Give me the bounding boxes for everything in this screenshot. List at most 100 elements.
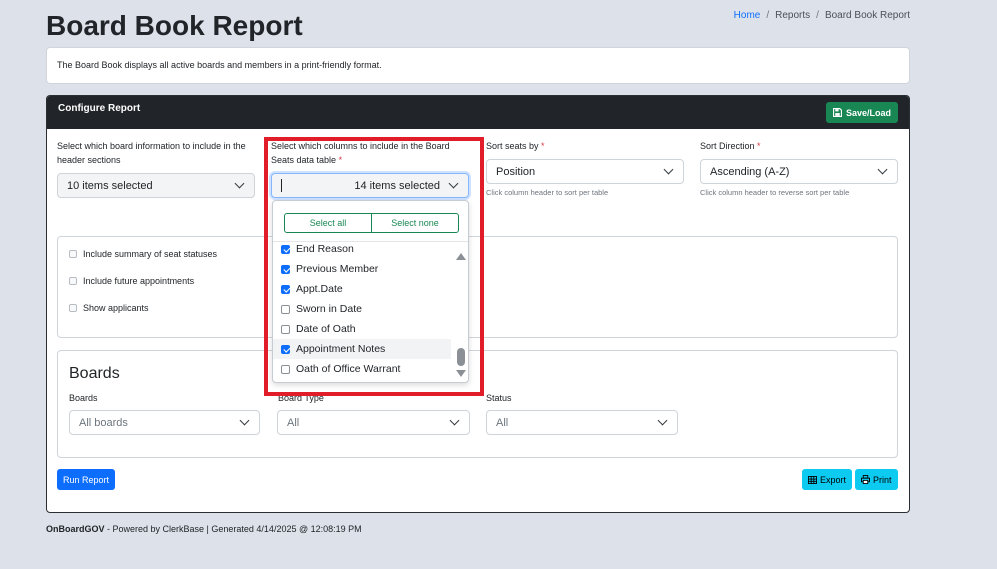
description-text: The Board Book displays all active board… [57, 60, 382, 70]
required-marker: * [541, 141, 545, 151]
sort-seats-value: Position [496, 165, 536, 178]
footer-text: - Powered by ClerkBase | Generated 4/14/… [104, 524, 362, 534]
board-type-label: Board Type [278, 393, 324, 403]
board-type-value: All [287, 416, 300, 429]
scroll-down-arrow-icon[interactable] [456, 370, 466, 377]
option-label: Include future appointments [83, 276, 195, 286]
footer: OnBoardGOV - Powered by ClerkBase | Gene… [46, 524, 362, 534]
status-value: All [496, 416, 509, 429]
option-show-applicants[interactable]: Show applicants [69, 303, 149, 313]
option-label: Include summary of seat statuses [83, 249, 218, 259]
export-label: Export [820, 474, 847, 485]
columns-select[interactable]: 14 items selected [271, 173, 469, 198]
header-sections-select[interactable]: 10 items selected [57, 173, 255, 198]
column-option-label: End Reason [296, 243, 354, 255]
chevron-down-icon [877, 164, 888, 175]
run-report-button[interactable]: Run Report [57, 469, 116, 490]
sort-direction-value: Ascending (A-Z) [710, 165, 790, 178]
required-marker: * [338, 155, 343, 165]
breadcrumb-reports[interactable]: Reports [775, 10, 810, 21]
text-cursor [281, 179, 282, 192]
save-load-button[interactable]: Save/Load [825, 102, 898, 123]
column-option[interactable]: Previous Member [281, 259, 451, 279]
boards-label: Boards [69, 393, 98, 403]
breadcrumb-home-link[interactable]: Home [734, 10, 761, 21]
column-option[interactable]: Appointment Notes [273, 339, 451, 359]
boards-section-title: Boards [69, 365, 120, 382]
checkbox[interactable] [69, 277, 77, 285]
chevron-down-icon [239, 415, 250, 426]
sort-direction-select[interactable]: Ascending (A-Z) [700, 159, 898, 184]
checkbox[interactable] [281, 344, 290, 354]
sort-seats-hint: Click column header to sort per table [486, 188, 609, 197]
option-label: Show applicants [83, 303, 149, 313]
column-option-label: Sworn in Date [296, 303, 362, 315]
breadcrumb-separator: / [766, 10, 770, 21]
chevron-down-icon [657, 415, 668, 426]
print-button[interactable]: Print [855, 469, 898, 490]
column-option-label: Oath of Office Warrant [296, 363, 401, 375]
column-option[interactable]: End Reason [281, 242, 451, 259]
scrollbar-thumb[interactable] [457, 348, 465, 366]
footer-brand: OnBoardGOV [46, 524, 105, 534]
checkbox[interactable] [281, 244, 290, 254]
required-marker: * [757, 141, 761, 151]
breadcrumb-separator: / [816, 10, 819, 21]
columns-dropdown-menu: Select all Select none End Reason Previo… [272, 200, 469, 383]
column-option-label: Previous Member [296, 263, 379, 275]
sort-direction-label-text: Sort Direction [700, 141, 755, 151]
sort-seats-label-text: Sort seats by [486, 141, 539, 151]
checkbox[interactable] [281, 264, 290, 274]
column-option-label: Appointment Notes [296, 343, 386, 355]
printer-icon [861, 475, 870, 484]
header-sections-value: 10 items selected [67, 179, 153, 192]
board-type-select[interactable]: All [277, 410, 470, 435]
option-include-future[interactable]: Include future appointments [69, 276, 194, 286]
chevron-down-icon [234, 178, 245, 189]
column-option[interactable]: Appt.Date [281, 279, 451, 299]
chevron-down-icon [448, 178, 459, 189]
checkbox[interactable] [69, 304, 77, 312]
column-option[interactable]: Date of Oath [281, 319, 451, 339]
header-sections-label: Select which board information to includ… [57, 141, 246, 165]
breadcrumb: Home / Reports / Board Book Report [734, 10, 910, 21]
checkbox[interactable] [281, 324, 290, 334]
columns-label: Select which columns to include in the B… [271, 139, 471, 167]
configure-report-title: Configure Report [58, 103, 141, 114]
checkbox[interactable] [281, 304, 290, 314]
column-option-label: Appt.Date [296, 283, 343, 295]
floppy-disk-icon [832, 108, 842, 117]
boards-value: All boards [79, 416, 128, 429]
scroll-up-arrow-icon[interactable] [456, 253, 466, 260]
sort-seats-select[interactable]: Position [486, 159, 684, 184]
option-include-summary[interactable]: Include summary of seat statuses [69, 249, 217, 259]
save-load-label: Save/Load [845, 107, 891, 118]
print-label: Print [873, 474, 892, 485]
select-toggle-group: Select all Select none [284, 213, 459, 233]
column-option[interactable]: Sworn in Date [281, 299, 451, 319]
sort-direction-label: Sort Direction * [700, 139, 761, 153]
columns-label-text: Select which columns to include in the B… [271, 141, 450, 165]
breadcrumb-current: Board Book Report [824, 10, 910, 21]
status-label: Status [486, 393, 512, 403]
checkbox[interactable] [69, 250, 77, 258]
boards-select[interactable]: All boards [69, 410, 260, 435]
column-option[interactable]: Oath of Office Warrant [281, 359, 451, 379]
column-options-list: End Reason Previous Member Appt.Date Swo… [273, 242, 453, 382]
column-option-label: Date of Oath [296, 323, 356, 335]
sort-direction-hint: Click column header to reverse sort per … [700, 188, 850, 197]
status-select[interactable]: All [486, 410, 678, 435]
table-icon [808, 475, 817, 484]
checkbox[interactable] [281, 284, 290, 294]
select-none-button[interactable]: Select none [371, 214, 458, 232]
select-all-button[interactable]: Select all [285, 214, 371, 232]
chevron-down-icon [663, 164, 674, 175]
configure-report-header: Configure Report Save/Load [47, 96, 909, 129]
chevron-down-icon [449, 415, 460, 426]
sort-seats-label: Sort seats by * [486, 139, 545, 153]
export-button[interactable]: Export [802, 469, 853, 490]
columns-value: 14 items selected [354, 179, 440, 192]
checkbox[interactable] [281, 364, 290, 374]
boards-box [57, 350, 898, 458]
description-card: The Board Book displays all active board… [46, 47, 910, 84]
